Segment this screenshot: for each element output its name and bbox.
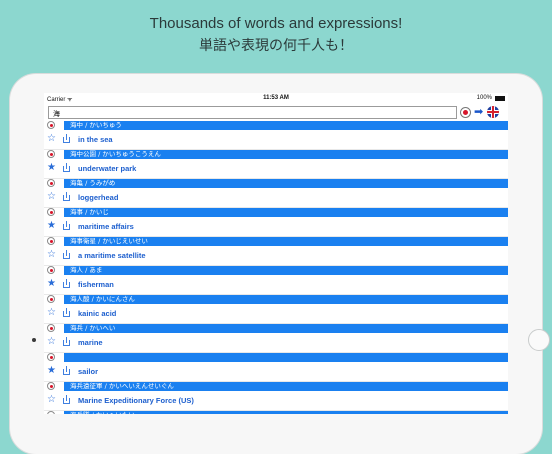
japanese-term: 海事 / かいじ — [64, 208, 508, 217]
star-icon[interactable]: ☆ — [47, 250, 56, 260]
star-icon[interactable]: ★ — [47, 163, 56, 173]
english-term: underwater park — [78, 164, 137, 173]
english-term: sailor — [78, 367, 99, 376]
japanese-row[interactable] — [44, 353, 508, 362]
record-icon[interactable] — [47, 324, 55, 332]
headline-japanese: 単語や表現の何千人も！ — [199, 38, 353, 54]
english-term: fisherman — [78, 280, 114, 289]
search-input[interactable]: 海 — [48, 106, 457, 119]
japanese-term: 海中公園 / かいちゅうこうえん — [64, 150, 508, 159]
share-icon[interactable] — [62, 366, 71, 376]
camera-icon — [32, 338, 36, 342]
english-term: Marine Expeditionary Force (US) — [78, 396, 194, 405]
record-icon[interactable] — [47, 150, 55, 158]
star-icon[interactable]: ★ — [47, 366, 56, 376]
english-row[interactable]: ★ sailor — [44, 362, 508, 382]
star-icon[interactable]: ☆ — [47, 308, 56, 318]
arrow-right-icon[interactable]: ➡ — [474, 106, 483, 118]
japanese-term — [64, 353, 508, 362]
record-icon[interactable] — [47, 208, 55, 216]
english-row[interactable]: ★ fisherman — [44, 275, 508, 295]
english-row[interactable]: ★ maritime affairs — [44, 217, 508, 237]
list-item: ★ sailor — [44, 353, 508, 382]
english-row[interactable]: ★ underwater park — [44, 159, 508, 179]
uk-flag-icon[interactable] — [487, 106, 499, 118]
english-term: in the sea — [78, 135, 113, 144]
share-icon[interactable] — [62, 308, 71, 318]
japanese-row[interactable]: 海事 / かいじ — [44, 208, 508, 217]
japanese-row[interactable]: 海事衛星 / かいじえいせい — [44, 237, 508, 246]
clock: 11:53 AM — [263, 95, 289, 101]
japanese-row[interactable]: 海人 / あま — [44, 266, 508, 275]
japanese-row[interactable]: 海中 / かいちゅう — [44, 121, 508, 130]
list-item: 海兵遠征軍 / かいへいえんせいぐん ☆ Marine Expeditionary … — [44, 382, 508, 411]
record-icon[interactable] — [460, 107, 471, 118]
star-icon[interactable]: ☆ — [47, 192, 56, 202]
record-icon[interactable] — [47, 382, 55, 390]
english-row[interactable]: ☆ marine — [44, 333, 508, 353]
english-row[interactable]: ☆ a maritime satellite — [44, 246, 508, 266]
japanese-term: 海亀 / うみがめ — [64, 179, 508, 188]
japanese-term: 海人 / あま — [64, 266, 508, 275]
record-icon[interactable] — [47, 353, 55, 361]
japanese-term: 海人酸 / かいにんさん — [64, 295, 508, 304]
star-icon[interactable]: ★ — [47, 221, 56, 231]
search-bar: 海 ➡ — [44, 105, 508, 121]
japanese-term: 海兵遠征軍 / かいへいえんせいぐん — [64, 382, 508, 391]
japanese-row[interactable]: 海人酸 / かいにんさん — [44, 295, 508, 304]
list-item: 海亀 / うみがめ ☆ loggerhead — [44, 179, 508, 208]
english-row[interactable]: ☆ in the sea — [44, 130, 508, 150]
share-icon[interactable] — [62, 250, 71, 260]
japanese-row[interactable]: 海亀 / うみがめ — [44, 179, 508, 188]
japanese-row[interactable]: 海兵 / かいへい — [44, 324, 508, 333]
english-row[interactable]: ☆ kainic acid — [44, 304, 508, 324]
english-row[interactable]: ☆ Marine Expeditionary Force (US) — [44, 391, 508, 411]
english-term: marine — [78, 338, 103, 347]
share-icon[interactable] — [62, 192, 71, 202]
list-item: 海人酸 / かいにんさん ☆ kainic acid — [44, 295, 508, 324]
home-button[interactable] — [528, 329, 550, 351]
star-icon[interactable]: ☆ — [47, 134, 56, 144]
japanese-row[interactable]: 海兵遠征軍 / かいへいえんせいぐん — [44, 382, 508, 391]
star-icon[interactable]: ★ — [47, 279, 56, 289]
star-icon[interactable]: ☆ — [47, 337, 56, 347]
app-screen: Carrier ᯤ 11:53 AM 100% 海 ➡ 海中 / かいちゅう ☆ i… — [44, 93, 508, 414]
english-term: loggerhead — [78, 193, 119, 202]
english-row[interactable]: ☆ loggerhead — [44, 188, 508, 208]
english-term: kainic acid — [78, 309, 117, 318]
share-icon[interactable] — [62, 395, 71, 405]
list-item: 海人 / あま ★ fisherman — [44, 266, 508, 295]
battery-percent: 100% — [476, 95, 492, 101]
list-item: 海中公園 / かいちゅうこうえん ★ underwater park — [44, 150, 508, 179]
japanese-term: 海事衛星 / かいじえいせい — [64, 237, 508, 246]
english-term: a maritime satellite — [78, 251, 146, 260]
record-icon[interactable] — [47, 237, 55, 245]
headline-english: Thousands of words and expressions! — [149, 15, 403, 32]
japanese-term: 海兵 / かいへい — [64, 324, 508, 333]
list-item: 海兵 / かいへい ☆ marine — [44, 324, 508, 353]
record-icon[interactable] — [47, 179, 55, 187]
record-icon[interactable] — [47, 266, 55, 274]
list-item: 海事 / かいじ ★ maritime affairs — [44, 208, 508, 237]
share-icon[interactable] — [62, 221, 71, 231]
status-bar: Carrier ᯤ 11:53 AM 100% — [44, 93, 508, 104]
record-icon[interactable] — [47, 295, 55, 303]
share-icon[interactable] — [62, 337, 71, 347]
english-term: maritime affairs — [78, 222, 134, 231]
japanese-term: 海中 / かいちゅう — [64, 121, 508, 130]
share-icon[interactable] — [62, 134, 71, 144]
share-icon[interactable] — [62, 163, 71, 173]
results-list: 海中 / かいちゅう ☆ in the sea 海中公園 / かいちゅうこうえん ★ un… — [44, 121, 508, 414]
list-item: 海事衛星 / かいじえいせい ☆ a maritime satellite — [44, 237, 508, 266]
japanese-row[interactable]: 海中公園 / かいちゅうこうえん — [44, 150, 508, 159]
battery-icon — [495, 96, 505, 101]
star-icon[interactable]: ☆ — [47, 395, 56, 405]
list-item: 海中 / かいちゅう ☆ in the sea — [44, 121, 508, 150]
record-icon[interactable] — [47, 121, 55, 129]
share-icon[interactable] — [62, 279, 71, 289]
